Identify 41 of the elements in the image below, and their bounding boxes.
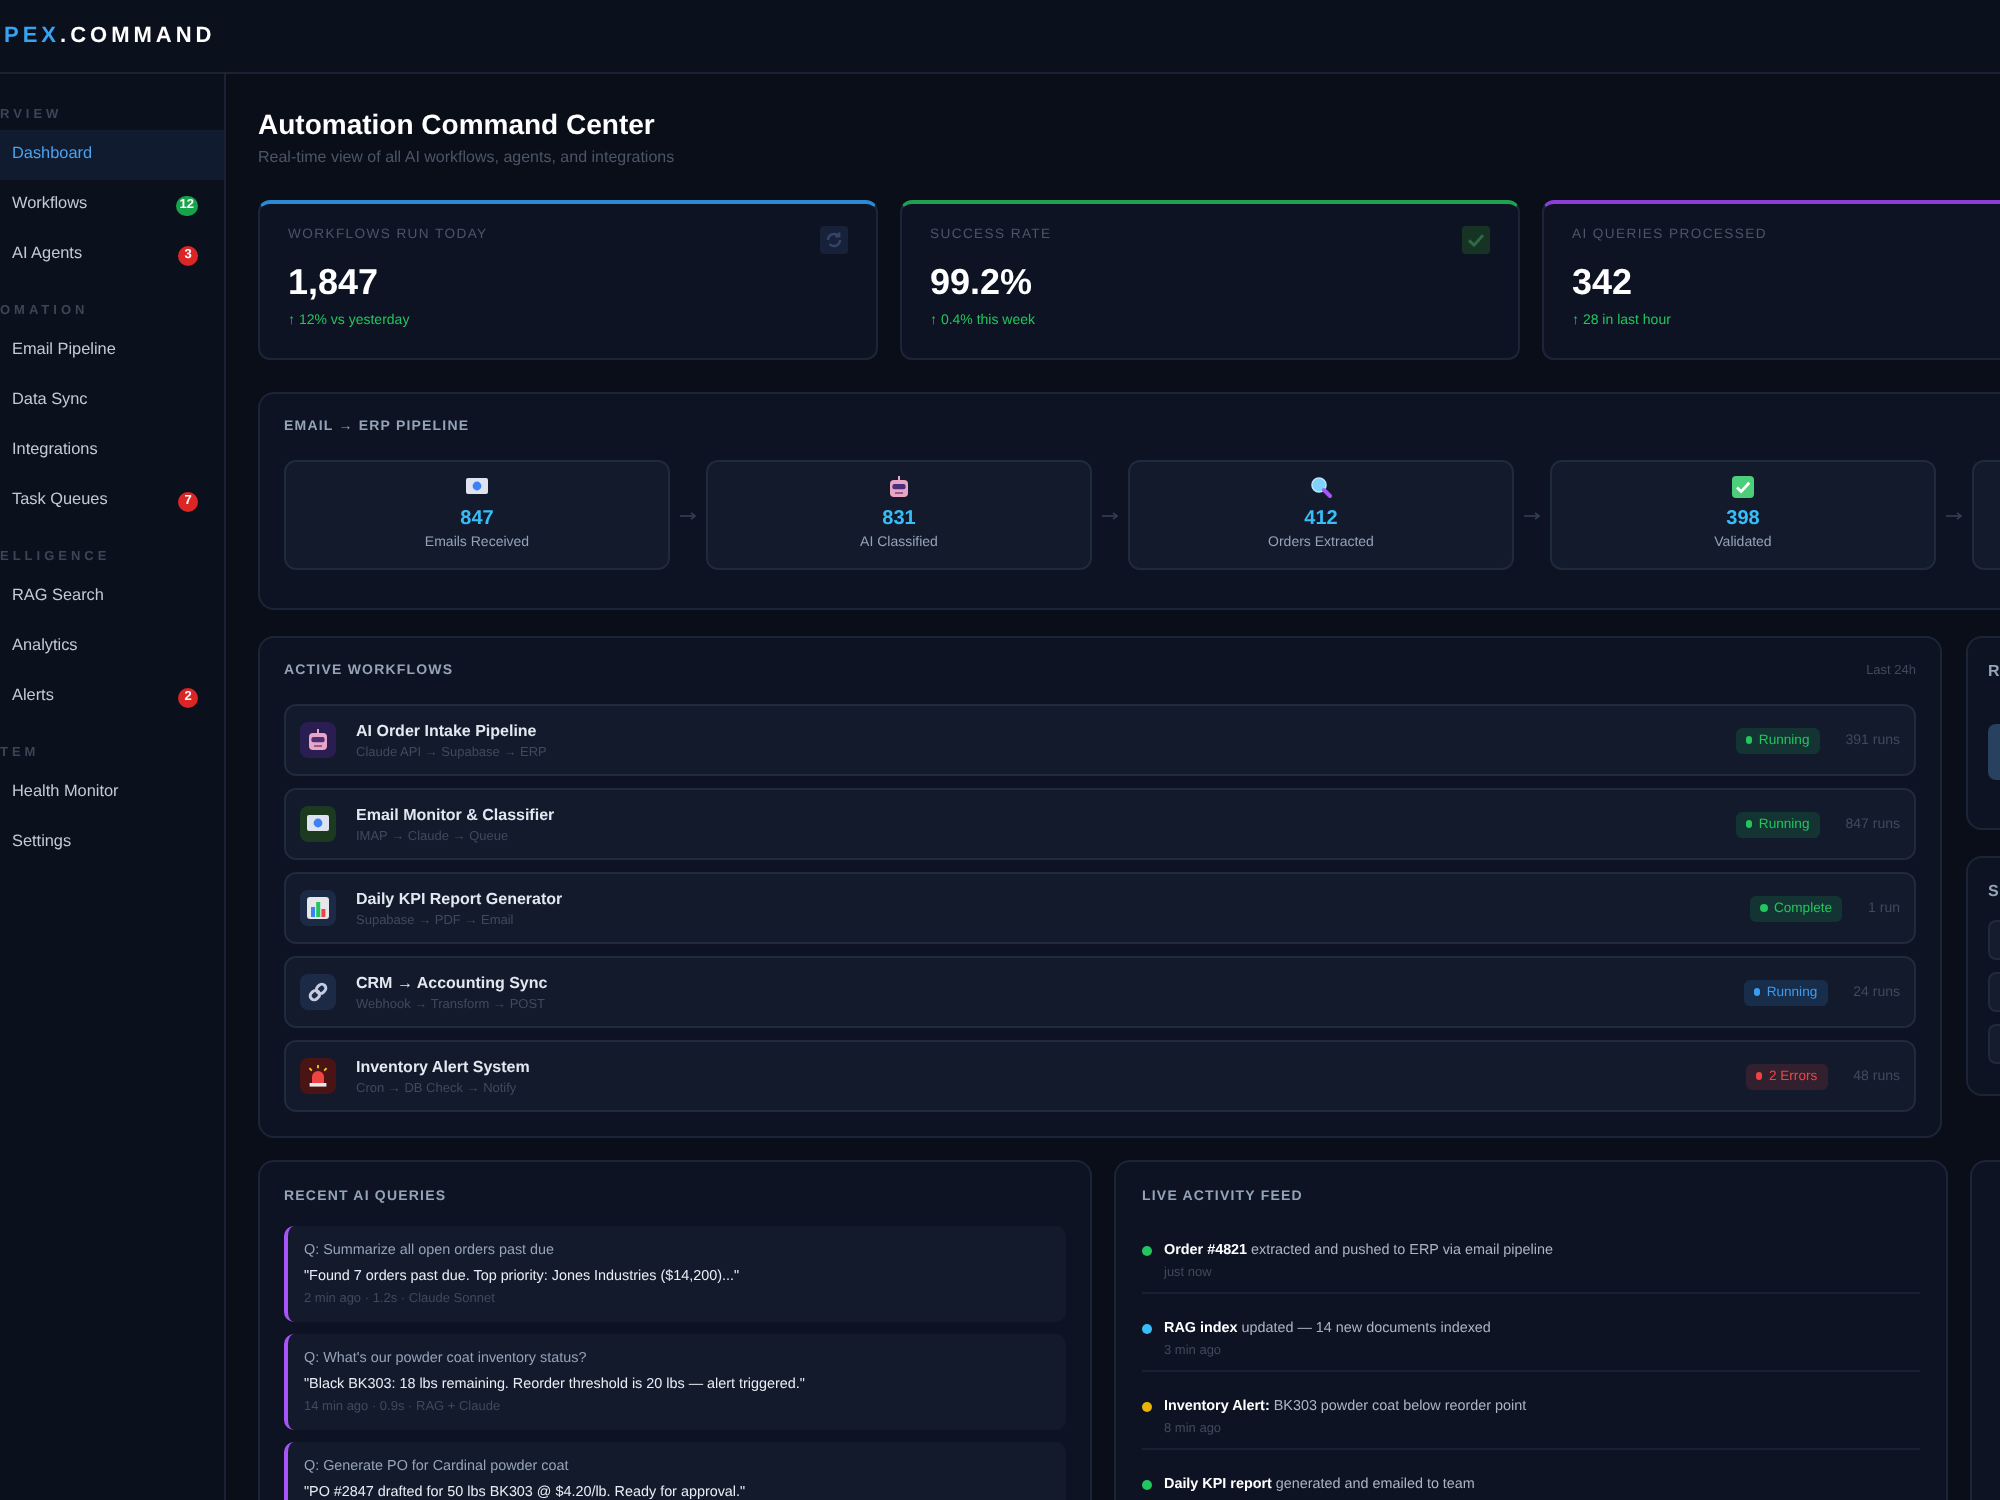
check-icon — [1462, 226, 1490, 254]
envelope-icon — [466, 476, 488, 498]
arrow-icon — [1946, 511, 1962, 519]
arrow-icon — [1524, 511, 1540, 519]
arrow-icon — [680, 511, 696, 519]
arrow-icon — [1102, 511, 1118, 519]
magnifier-icon — [1310, 476, 1332, 498]
step-count: 398 — [1726, 506, 1760, 532]
stat-value: 1,847 — [288, 260, 381, 306]
workflow-name: Email Monitor & Classifier — [356, 803, 557, 825]
nav-item[interactable]: Settings — [0, 818, 224, 868]
checkbox-icon — [1732, 476, 1754, 498]
page-title: Automation Command Center — [258, 106, 657, 142]
siren-icon — [300, 1058, 336, 1094]
info-tile — [1988, 724, 2000, 780]
step-count: 831 — [882, 506, 916, 532]
workflow-name: Inventory Alert System — [356, 1055, 532, 1077]
link-icon — [300, 974, 336, 1010]
nav-item[interactable]: Integrations — [0, 426, 224, 476]
workflow-name: CRM → Accounting Sync — [356, 971, 550, 993]
nav-item[interactable]: RAG Search — [0, 572, 224, 622]
nav-item[interactable]: Dashboard — [0, 130, 224, 180]
page-subtitle: Real-time view of all AI workflows, agents, and integrations — [258, 146, 677, 170]
step-count: 847 — [460, 506, 494, 532]
stat-value: 99.2% — [930, 260, 1035, 306]
nav-item[interactable]: Health Monitor — [0, 768, 224, 818]
robot-icon — [300, 722, 336, 758]
bar-chart-icon — [300, 890, 336, 926]
refresh-icon — [820, 226, 848, 254]
step-count: 412 — [1304, 506, 1338, 532]
nav-item[interactable]: Data Sync — [0, 376, 224, 426]
workflow-name: Daily KPI Report Generator — [356, 887, 565, 909]
nav-item[interactable]: Analytics — [0, 622, 224, 672]
nav-item[interactable]: Email Pipeline — [0, 326, 224, 376]
envelope-icon — [300, 806, 336, 842]
workflow-name: AI Order Intake Pipeline — [356, 719, 539, 741]
panel-title: S — [1988, 882, 2000, 902]
brand-logo: PEX.COMMAND — [2, 22, 216, 50]
stat-value: 342 — [1572, 260, 1635, 306]
panel-title: R — [1988, 662, 2000, 682]
robot-icon — [888, 476, 910, 498]
